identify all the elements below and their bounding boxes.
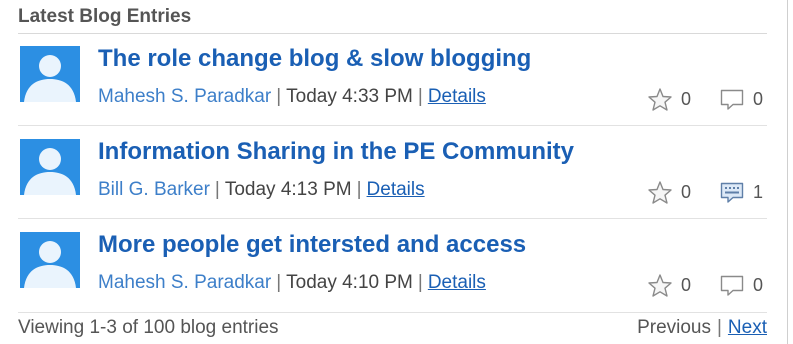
entry-title-link[interactable]: The role change blog & slow blogging [98,45,531,73]
meta-separator: | [276,86,282,107]
details-link[interactable]: Details [428,86,486,107]
entry-time: Today 4:33 PM [286,86,413,107]
avatar[interactable] [20,232,80,288]
blog-entry: Information Sharing in the PE Community … [18,127,767,219]
comment-count: 0 [753,274,764,295]
author-link[interactable]: Mahesh S. Paradkar [98,272,271,293]
entry-meta: Mahesh S. Paradkar | Today 4:10 PM | Details [98,272,486,294]
blog-entry: The role change blog & slow blogging Mah… [18,34,767,126]
entry-stats: 0 0 [647,272,765,298]
blog-entry: More people get intersted and access Mah… [18,220,767,312]
entry-time: Today 4:13 PM [224,179,352,200]
user-silhouette-icon [20,139,80,195]
entry-time: Today 4:10 PM [286,272,413,293]
entry-meta: Bill G. Barker | Today 4:13 PM | Details [98,179,425,201]
pager-separator: | [716,317,722,338]
entry-divider [18,125,767,126]
meta-separator: | [214,179,220,200]
details-link[interactable]: Details [367,179,425,200]
entry-title-link[interactable]: More people get intersted and access [98,231,526,259]
viewing-count: Viewing 1-3 of 100 blog entries [18,317,279,338]
user-silhouette-icon [20,232,80,288]
star-icon[interactable] [647,273,673,297]
star-icon[interactable] [647,180,673,204]
rating-count: 0 [681,88,692,109]
footer-divider [18,312,767,313]
entry-meta: Mahesh S. Paradkar | Today 4:33 PM | Details [98,86,486,108]
meta-separator: | [417,272,423,293]
next-link[interactable]: Next [728,317,767,338]
previous-label: Previous [637,317,711,338]
entry-title-link[interactable]: Information Sharing in the PE Community [98,138,574,166]
blog-entries-widget: Latest Blog Entries The role change blog… [0,0,793,344]
comment-filled-icon[interactable] [719,180,745,204]
meta-separator: | [276,272,282,293]
avatar[interactable] [20,46,80,102]
user-silhouette-icon [20,46,80,102]
meta-separator: | [356,179,362,200]
entry-divider [18,218,767,219]
entry-stats: 0 0 [647,86,765,112]
comment-count: 0 [753,88,764,109]
author-link[interactable]: Bill G. Barker [98,179,210,200]
rating-count: 0 [681,181,692,202]
widget-title: Latest Blog Entries [18,6,192,27]
author-link[interactable]: Mahesh S. Paradkar [98,86,271,107]
star-icon[interactable] [647,87,673,111]
comment-empty-icon[interactable] [719,87,745,111]
avatar[interactable] [20,139,80,195]
details-link[interactable]: Details [428,272,486,293]
comment-empty-icon[interactable] [719,273,745,297]
entry-stats: 0 1 [647,179,765,205]
panel-edge [787,0,788,344]
rating-count: 0 [681,274,692,295]
comment-count: 1 [753,181,764,202]
meta-separator: | [417,86,423,107]
pagination: Previous | Next [637,317,767,339]
